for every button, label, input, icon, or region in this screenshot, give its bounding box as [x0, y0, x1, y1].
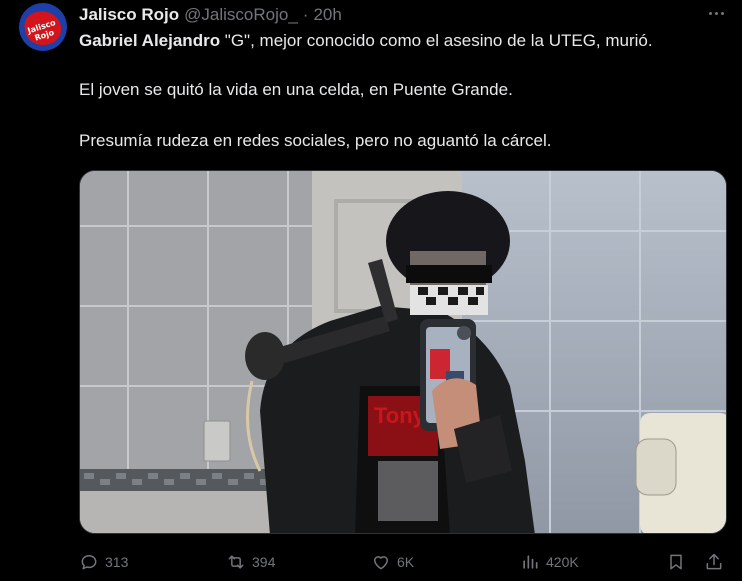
- tweet-text-line-1: Gabriel Alejandro "G", mejor conocido co…: [79, 30, 653, 52]
- tweet-timestamp[interactable]: 20h: [313, 5, 341, 25]
- repost-button[interactable]: 394: [226, 550, 275, 574]
- tweet-header: Jalisco Rojo @JaliscoRojo_ · 20h: [79, 4, 342, 26]
- tweet-image[interactable]: Tony: [79, 170, 727, 534]
- like-button[interactable]: 6K: [371, 550, 414, 574]
- author-name[interactable]: Jalisco Rojo: [79, 5, 179, 25]
- repost-count: 394: [252, 554, 276, 570]
- views-count: 420K: [546, 554, 579, 570]
- tweet-text-bold: Gabriel Alejandro: [79, 31, 221, 50]
- views-button[interactable]: 420K: [520, 550, 579, 574]
- tweet-text-line-3: Presumía rudeza en redes sociales, pero …: [79, 131, 552, 150]
- heart-icon: [374, 556, 388, 570]
- bookmark-icon: [670, 554, 682, 570]
- like-count: 6K: [397, 554, 415, 570]
- share-button[interactable]: [704, 550, 730, 574]
- tweet-photo: Tony: [80, 171, 726, 533]
- author-handle[interactable]: @JaliscoRojo_: [184, 5, 298, 25]
- repost-icon: [228, 555, 244, 569]
- separator: ·: [302, 5, 309, 24]
- tweet-text-line-2: El joven se quitó la vida en una celda, …: [79, 80, 513, 99]
- more-icon[interactable]: [703, 2, 729, 24]
- tweet-actions: 313 394 6K 420K: [0, 550, 742, 574]
- views-icon: [523, 555, 538, 569]
- shirt-text: Tony: [374, 403, 426, 428]
- bookmark-button[interactable]: [666, 550, 692, 574]
- share-icon: [706, 553, 722, 570]
- avatar[interactable]: Jalisco Rojo: [19, 3, 67, 51]
- reply-icon: [81, 555, 97, 570]
- reply-button[interactable]: 313: [79, 550, 128, 574]
- reply-count: 313: [105, 554, 129, 570]
- tweet-text-rest: "G", mejor conocido como el asesino de l…: [220, 31, 653, 50]
